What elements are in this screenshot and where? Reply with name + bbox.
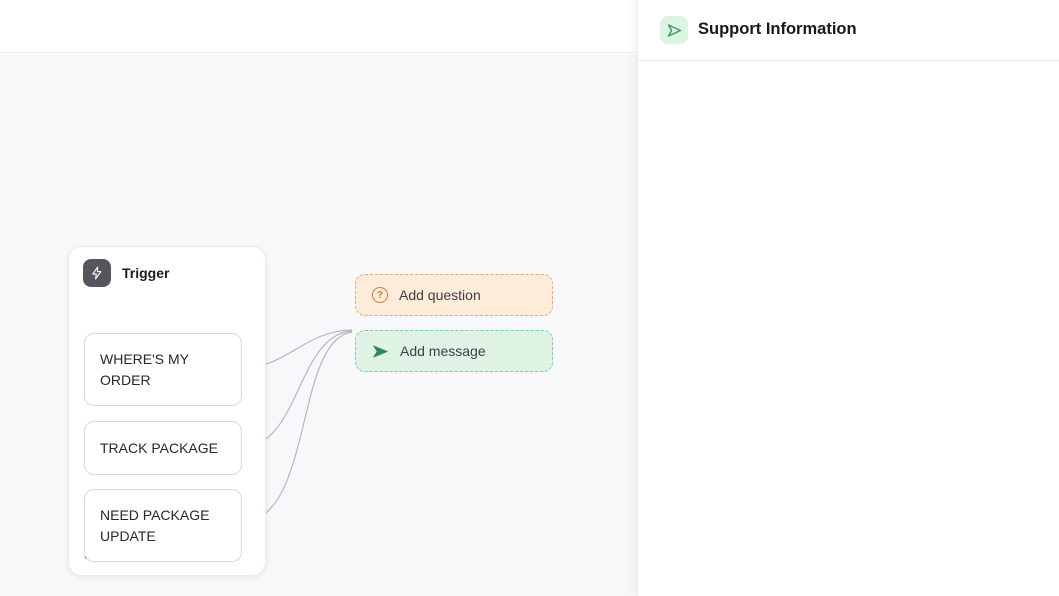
add-question-button[interactable]: ? Add question: [355, 274, 553, 316]
keyword-chip-track-package[interactable]: TRACK PACKAGE: [84, 421, 242, 475]
panel-title: Support Information: [698, 20, 857, 39]
trigger-title: Trigger: [122, 265, 169, 281]
question-icon: ?: [372, 287, 388, 303]
send-icon: [372, 343, 389, 360]
canvas-area: Trigger 3 Keywords WHERE'S MY ORDER TRAC…: [0, 0, 637, 596]
add-question-label: Add question: [399, 287, 481, 303]
trigger-node[interactable]: Trigger 3 Keywords WHERE'S MY ORDER TRAC…: [68, 246, 266, 576]
trigger-header: Trigger: [83, 259, 169, 287]
add-message-button[interactable]: Add message: [355, 330, 553, 372]
lightning-icon: [83, 259, 111, 287]
top-bar: [0, 0, 637, 53]
add-message-label: Add message: [400, 343, 486, 359]
keyword-chip-need-package-update[interactable]: NEED PACKAGE UPDATE: [84, 489, 242, 562]
support-information-panel: Support Information Information Internal…: [637, 0, 1059, 596]
workflow-builder: Trigger 3 Keywords WHERE'S MY ORDER TRAC…: [0, 0, 1059, 596]
send-icon: [660, 16, 688, 44]
keyword-chip-wheres-my-order[interactable]: WHERE'S MY ORDER: [84, 333, 242, 406]
